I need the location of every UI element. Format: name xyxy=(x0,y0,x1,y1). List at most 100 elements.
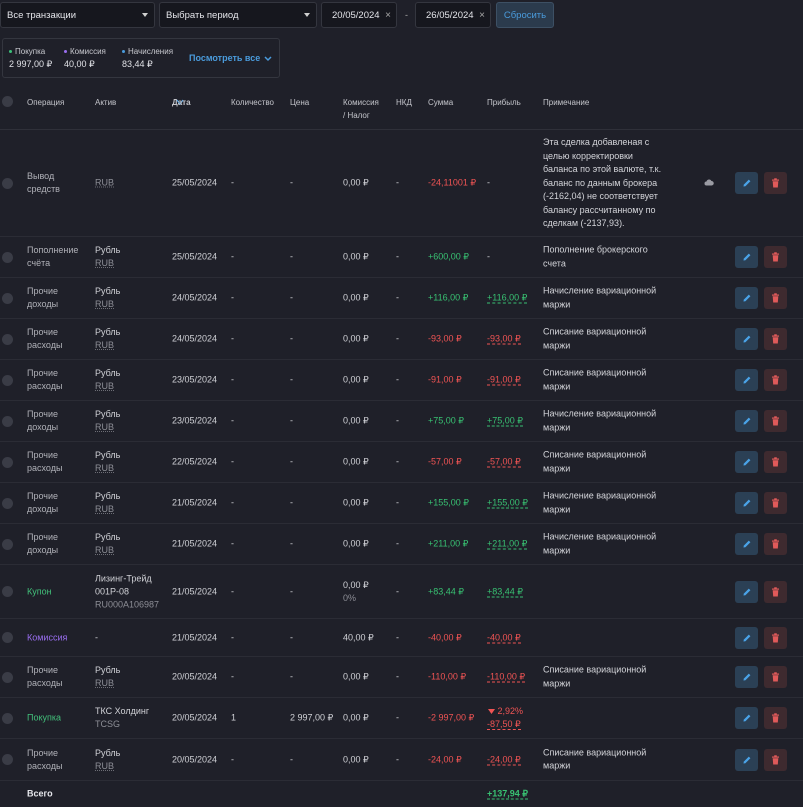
row-checkbox[interactable] xyxy=(2,632,13,643)
trash-icon xyxy=(772,416,779,426)
col-nkd: НКД xyxy=(396,98,412,107)
reset-button[interactable]: Сбросить xyxy=(496,2,554,28)
edit-button[interactable] xyxy=(735,580,758,603)
asset-cell: Рубль RUB xyxy=(95,409,121,432)
delete-button[interactable] xyxy=(764,748,787,771)
edit-button[interactable] xyxy=(735,328,758,350)
delete-button[interactable] xyxy=(764,246,787,268)
quantity-cell: - xyxy=(231,632,234,642)
delete-button[interactable] xyxy=(764,172,787,194)
delete-button[interactable] xyxy=(764,287,787,309)
table-row[interactable]: Прочие расходы Рубль RUB 24/05/2024 - - 0,… xyxy=(0,319,803,360)
edit-button[interactable] xyxy=(735,626,758,649)
table-row[interactable]: Прочие расходы Рубль RUB 23/05/2024 - - 0,… xyxy=(0,360,803,401)
delete-button[interactable] xyxy=(764,492,787,514)
row-checkbox[interactable] xyxy=(2,293,13,304)
pencil-icon xyxy=(743,335,750,343)
row-checkbox[interactable] xyxy=(2,754,13,765)
edit-button[interactable] xyxy=(735,410,758,432)
col-date-label: Дата xyxy=(172,98,191,107)
row-checkbox[interactable] xyxy=(2,375,13,386)
clear-icon[interactable]: × xyxy=(385,10,391,21)
edit-button[interactable] xyxy=(735,748,758,771)
row-checkbox[interactable] xyxy=(2,334,13,345)
transaction-type-select[interactable]: Все транзакции xyxy=(0,2,155,28)
sum-cell: -2 997,00 ₽ xyxy=(428,712,475,723)
table-row[interactable]: Прочие доходы Рубль RUB 24/05/2024 - - 0,0… xyxy=(0,278,803,319)
delete-button[interactable] xyxy=(764,451,787,473)
table-row[interactable]: Прочие доходы Рубль RUB 21/05/2024 - - 0,0… xyxy=(0,524,803,565)
table-row[interactable]: Купон Лизинг-Трейд 001P-08 RU000A106987 21… xyxy=(0,565,803,619)
table-row[interactable]: Прочие доходы Рубль RUB 21/05/2024 - - 0,0… xyxy=(0,483,803,524)
edit-button[interactable] xyxy=(735,172,758,194)
see-all-link[interactable]: Посмотреть все xyxy=(189,53,272,63)
edit-button[interactable] xyxy=(735,707,758,729)
note-cell: Начисление вариационной маржи xyxy=(543,490,657,515)
table-row[interactable]: Комиссия - 21/05/2024 - - 40,00 ₽ - -40,… xyxy=(0,619,803,657)
table-row[interactable]: Прочие расходы Рубль RUB 22/05/2024 - - 0,… xyxy=(0,442,803,483)
delete-button[interactable] xyxy=(764,328,787,350)
col-asset: Актив xyxy=(95,98,117,107)
asset-cell: Рубль RUB xyxy=(95,450,121,473)
asset-cell: Рубль RUB xyxy=(95,327,121,350)
summary-item-commission: Комиссия 40,00 ₽ xyxy=(64,47,106,70)
row-checkbox[interactable] xyxy=(2,457,13,468)
row-checkbox[interactable] xyxy=(2,586,13,597)
delete-button[interactable] xyxy=(764,666,787,688)
quantity-cell: - xyxy=(231,497,234,508)
table-row[interactable]: Пополнение счёта Рубль RUB 25/05/2024 - - … xyxy=(0,237,803,278)
delete-button[interactable] xyxy=(764,533,787,555)
table-row[interactable]: Прочие доходы Рубль RUB 23/05/2024 - - 0,0… xyxy=(0,401,803,442)
edit-button[interactable] xyxy=(735,246,758,268)
edit-button[interactable] xyxy=(735,533,758,555)
chevron-down-icon xyxy=(304,13,310,17)
edit-button[interactable] xyxy=(735,369,758,391)
row-checkbox[interactable] xyxy=(2,672,13,683)
trash-icon xyxy=(772,586,779,596)
nkd-cell: - xyxy=(396,632,399,642)
table-row[interactable]: Прочие расходы Рубль RUB 20/05/2024 - - 0,… xyxy=(0,739,803,781)
row-checkbox[interactable] xyxy=(2,713,13,724)
edit-button[interactable] xyxy=(735,492,758,514)
trash-icon xyxy=(772,498,779,508)
delete-button[interactable] xyxy=(764,369,787,391)
row-checkbox[interactable] xyxy=(2,178,13,189)
select-all-checkbox[interactable] xyxy=(2,96,13,107)
delete-button[interactable] xyxy=(764,707,787,729)
fee-cell: 0,00 ₽ xyxy=(343,712,369,723)
edit-button[interactable] xyxy=(735,287,758,309)
edit-button[interactable] xyxy=(735,666,758,688)
delete-button[interactable] xyxy=(764,580,787,603)
row-checkbox[interactable] xyxy=(2,252,13,263)
row-checkbox[interactable] xyxy=(2,539,13,550)
table-row[interactable]: Вывод средств RUB 25/05/2024 - - 0,00 ₽ -… xyxy=(0,130,803,237)
delete-button[interactable] xyxy=(764,410,787,432)
sum-cell: -93,00 ₽ xyxy=(428,333,462,344)
col-operation: Операция xyxy=(27,98,65,107)
period-value: Выбрать период xyxy=(166,9,239,21)
clear-icon[interactable]: × xyxy=(479,10,485,21)
table-row[interactable]: Покупка ТКС Холдинг TCSG 20/05/2024 1 2 9… xyxy=(0,698,803,739)
delete-button[interactable] xyxy=(764,626,787,649)
operation-cell: Прочие доходы xyxy=(27,532,59,555)
date-cell: 24/05/2024 xyxy=(172,292,218,303)
period-select[interactable]: Выбрать период xyxy=(159,2,317,28)
date-to-input[interactable]: 26/05/2024 × xyxy=(415,2,491,28)
nkd-cell: - xyxy=(396,374,399,385)
date-from-input[interactable]: 20/05/2024 × xyxy=(321,2,397,28)
row-checkbox[interactable] xyxy=(2,416,13,427)
nkd-cell: - xyxy=(396,333,399,344)
note-cell: Эта сделка добавленая с целью корректиров… xyxy=(543,136,662,228)
total-row: Всего +137,94 ₽ xyxy=(0,781,803,807)
asset-cell: ТКС Холдинг TCSG xyxy=(95,706,150,729)
price-cell: - xyxy=(290,632,293,642)
row-checkbox[interactable] xyxy=(2,498,13,509)
pencil-icon xyxy=(743,673,750,681)
table-row[interactable]: Прочие расходы Рубль RUB 20/05/2024 - - 0,… xyxy=(0,657,803,698)
col-date[interactable]: Дата xyxy=(172,98,191,107)
table-header: Операция Актив Дата Количество Цена Коми… xyxy=(0,88,803,130)
pencil-icon xyxy=(743,417,750,425)
date-cell: 20/05/2024 xyxy=(172,754,218,764)
edit-button[interactable] xyxy=(735,451,758,473)
sum-cell: -110,00 ₽ xyxy=(428,671,467,682)
